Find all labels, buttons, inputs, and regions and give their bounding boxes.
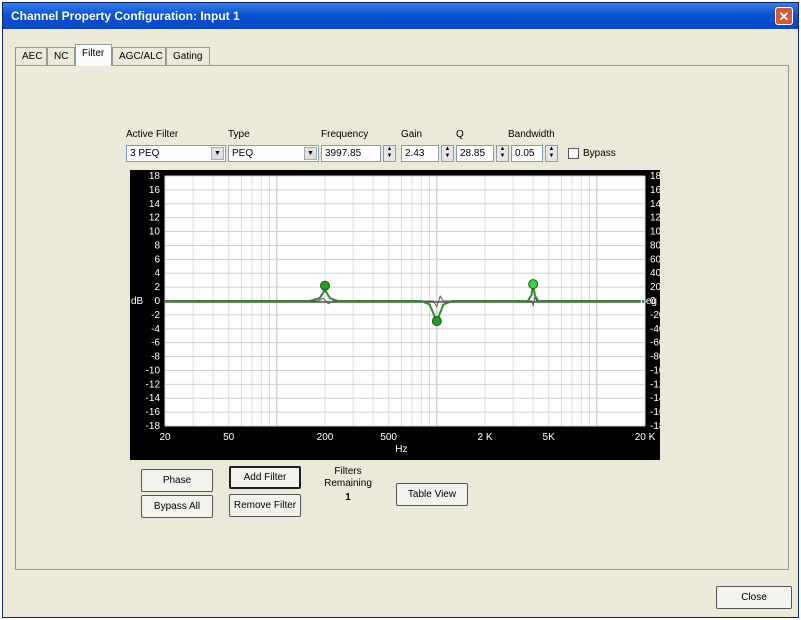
- y-tick-label-left: 2: [154, 282, 160, 293]
- filter-marker: [320, 280, 330, 291]
- y-tick-label-left: 8: [154, 240, 160, 251]
- y-tick-label-left: -2: [151, 310, 160, 321]
- y-tick-label-left: -12: [146, 379, 161, 390]
- table-view-button[interactable]: Table View: [396, 483, 468, 506]
- y-tick-label-left: -14: [146, 393, 161, 404]
- gain-spinner-icon[interactable]: ▲ ▼: [441, 145, 454, 162]
- y-tick-label-left: -16: [146, 407, 161, 418]
- y-tick-label-right: -60: [650, 338, 660, 349]
- remaining-label: Remaining: [324, 478, 372, 489]
- y-tick-label-right: 40: [650, 268, 660, 279]
- close-button[interactable]: Close: [716, 586, 792, 609]
- gain-field[interactable]: 2.43: [401, 145, 439, 162]
- y-tick-label-left: 10: [149, 227, 161, 238]
- y-tick-label-right: 80: [650, 240, 660, 251]
- y-tick-label-right: 160: [650, 185, 660, 196]
- bandwidth-spinner-icon[interactable]: ▲ ▼: [545, 145, 558, 162]
- tab-nc[interactable]: NC: [47, 47, 75, 65]
- filter-marker: [431, 316, 442, 327]
- x-tick-label: 20: [159, 432, 171, 443]
- gain-label: Gain: [401, 129, 423, 140]
- q-field[interactable]: 28.85: [456, 145, 494, 162]
- chevron-down-icon[interactable]: ▼: [304, 147, 317, 160]
- y-axis-label-left: dB: [131, 296, 144, 307]
- x-tick-label: 500: [380, 432, 397, 443]
- y-tick-label-left: 4: [154, 268, 160, 279]
- bypass-label: Bypass: [583, 148, 616, 159]
- active-filter-value: 3 PEQ: [130, 148, 160, 159]
- type-select[interactable]: PEQ ▼: [228, 145, 319, 162]
- y-tick-label-right: -160: [650, 407, 660, 418]
- x-tick-label: 5K: [543, 432, 556, 443]
- bypass-all-button[interactable]: Bypass All: [141, 495, 213, 518]
- bypass-checkbox[interactable]: [568, 148, 579, 159]
- active-filter-label: Active Filter: [126, 129, 179, 140]
- y-tick-label-right: -100: [650, 365, 660, 376]
- frequency-field[interactable]: 3997.85: [321, 145, 381, 162]
- tab-gating[interactable]: Gating: [166, 47, 210, 65]
- y-tick-label-left: 16: [149, 185, 161, 196]
- x-axis-label: Hz: [395, 444, 407, 455]
- x-tick-label: 2 K: [477, 432, 492, 443]
- y-tick-label-left: 0: [154, 296, 160, 307]
- tab-filter[interactable]: Filter: [75, 44, 112, 66]
- filters-remaining-count: 1: [345, 492, 351, 503]
- y-tick-label-right: -40: [650, 324, 660, 335]
- y-tick-label-left: -18: [146, 421, 161, 432]
- x-tick-label: 20 K: [635, 432, 656, 443]
- y-tick-label-left: 14: [149, 199, 161, 210]
- y-tick-label-right: -80: [650, 352, 660, 363]
- y-tick-label-right: -120: [650, 379, 660, 390]
- bandwidth-label: Bandwidth: [508, 129, 555, 140]
- y-tick-label-left: -4: [151, 324, 160, 335]
- active-filter-select[interactable]: 3 PEQ ▼: [126, 145, 226, 162]
- frequency-label: Frequency: [321, 129, 369, 140]
- close-icon[interactable]: ✕: [775, 7, 793, 25]
- y-tick-label-left: 18: [149, 171, 161, 182]
- filters-label: Filters: [334, 466, 362, 477]
- y-tick-label-right: -20: [650, 310, 660, 321]
- y-tick-label-left: 12: [149, 213, 161, 224]
- y-tick-label-right: 120: [650, 213, 660, 224]
- remove-filter-button[interactable]: Remove Filter: [229, 494, 301, 517]
- window-title: Channel Property Configuration: Input 1: [11, 9, 240, 23]
- type-value: PEQ: [232, 148, 254, 159]
- y-tick-label-left: -8: [151, 352, 160, 363]
- type-label: Type: [228, 129, 250, 140]
- bandwidth-field[interactable]: 0.05: [511, 145, 543, 162]
- q-label: Q: [456, 129, 464, 140]
- title-bar[interactable]: Channel Property Configuration: Input 1 …: [3, 3, 798, 29]
- x-tick-label: 50: [223, 432, 235, 443]
- y-tick-label-right: 20: [650, 282, 660, 293]
- eq-response-chart[interactable]: 181614121086420-2-4-6-8-10-12-14-16-1818…: [130, 170, 660, 460]
- y-axis-label-right: deg: [640, 296, 657, 307]
- y-tick-label-right: 60: [650, 254, 660, 265]
- y-tick-label-right: 180: [650, 171, 660, 182]
- y-tick-label-right: -180: [650, 421, 660, 432]
- filter-panel: Active Filter Type Frequency Gain Q Band…: [15, 65, 789, 570]
- add-filter-button[interactable]: Add Filter: [229, 466, 301, 489]
- x-tick-label: 200: [317, 432, 334, 443]
- y-tick-label-right: -140: [650, 393, 660, 404]
- y-tick-label-left: -10: [146, 365, 161, 376]
- y-tick-label-left: -6: [151, 338, 160, 349]
- tab-agc-alc[interactable]: AGC/ALC: [112, 47, 166, 65]
- tab-aec[interactable]: AEC: [15, 47, 47, 65]
- y-tick-label-right: 100: [650, 227, 660, 238]
- y-tick-label-left: 6: [154, 254, 160, 265]
- chevron-down-icon[interactable]: ▼: [211, 147, 224, 160]
- dialog-window: Channel Property Configuration: Input 1 …: [2, 2, 799, 618]
- frequency-spinner-icon[interactable]: ▲ ▼: [383, 145, 396, 162]
- q-spinner-icon[interactable]: ▲ ▼: [496, 145, 509, 162]
- y-tick-label-right: 140: [650, 199, 660, 210]
- filter-marker: [528, 279, 539, 290]
- phase-button[interactable]: Phase: [141, 469, 213, 492]
